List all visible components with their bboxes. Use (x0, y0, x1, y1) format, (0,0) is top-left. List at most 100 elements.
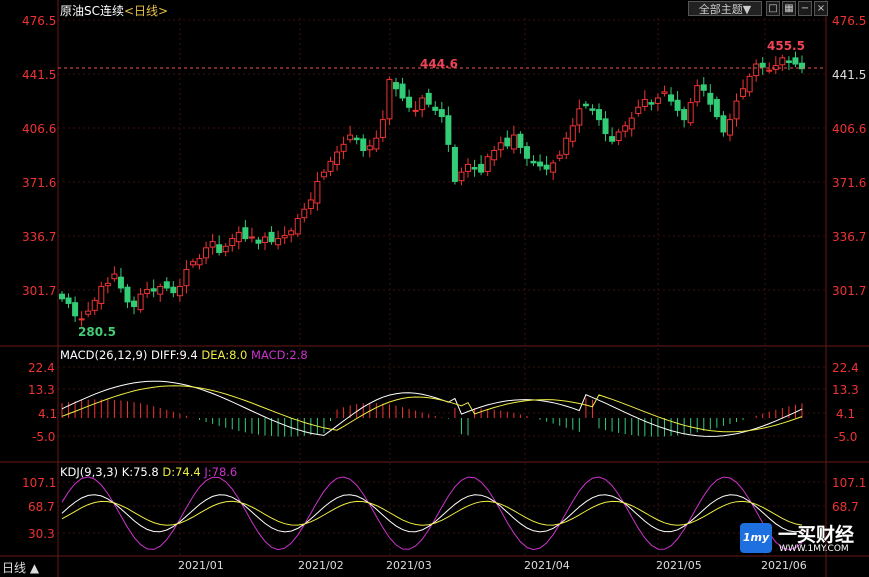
candle (753, 63, 760, 77)
candle (589, 108, 596, 111)
candle (759, 62, 766, 68)
macd-axis-label: 4.1 (38, 407, 58, 421)
candle (792, 57, 799, 65)
x-axis-label: 2021/02 (298, 559, 344, 572)
candle (314, 180, 321, 204)
candle (622, 125, 629, 132)
kdj-name: KDJ(9,3,3) (60, 465, 119, 479)
candle (183, 268, 190, 287)
high-annotation: 455.5 (767, 39, 805, 53)
candles (59, 51, 805, 327)
candle (445, 115, 452, 145)
candle (733, 100, 740, 120)
macd-axis-label: 22.4 (28, 361, 55, 375)
candle (216, 244, 223, 253)
candle (137, 293, 144, 311)
kdj-j: J:78.6 (204, 465, 238, 479)
period-link[interactable]: <日线> (124, 4, 168, 18)
candle (425, 92, 432, 105)
price-axis-label: 336.7 (832, 230, 867, 244)
close-icon[interactable]: × (814, 1, 828, 16)
candle (517, 133, 524, 148)
candle (248, 236, 255, 239)
candle (360, 138, 367, 152)
candle (700, 84, 707, 91)
candle (340, 143, 347, 152)
kdj-axis-label: 107.1 (832, 476, 867, 490)
low-annotation: 280.5 (78, 325, 116, 339)
candle (334, 151, 341, 165)
candle (386, 78, 393, 120)
candle (491, 150, 498, 161)
candle (713, 99, 720, 118)
high-annotation: 444.6 (420, 57, 458, 71)
candle (59, 293, 65, 300)
minus-icon[interactable]: − (798, 1, 812, 16)
candle (726, 119, 733, 136)
candle (569, 125, 576, 142)
candle (203, 247, 210, 259)
k-line (61, 494, 803, 533)
grid-icon[interactable]: ▦ (782, 1, 796, 16)
candle (432, 106, 439, 111)
candle (654, 97, 661, 104)
theme-select[interactable]: 全部主题▼ (688, 1, 762, 16)
kdj-pane (61, 476, 803, 551)
header-bar: 原油SC连续<日线> (60, 2, 168, 19)
candle (419, 97, 426, 111)
kdj-axis-label: 107.1 (22, 476, 57, 490)
price-axis-label: 406.6 (22, 122, 57, 136)
candle (222, 245, 229, 253)
macd-legend: MACD(26,12,9) DIFF:9.4 DEA:8.0 MACD:2.8 (60, 348, 308, 362)
kdj-d: D:74.4 (162, 465, 201, 479)
candle (772, 65, 779, 70)
candle (157, 285, 164, 295)
candle (281, 234, 288, 239)
candle (65, 297, 72, 304)
x-axis-label: 2021/05 (656, 559, 702, 572)
kdj-k: K:75.8 (121, 465, 159, 479)
macd-diff: DIFF:9.4 (151, 348, 198, 362)
macd-axis-label: -5.0 (834, 430, 858, 444)
candle (615, 131, 622, 141)
candle (288, 230, 295, 236)
candle (451, 146, 458, 182)
candle (262, 236, 269, 243)
logo-name: 一买财经 (778, 524, 855, 546)
candle (189, 261, 196, 266)
candle (635, 106, 642, 114)
current-price-label: 441.5 (832, 68, 867, 82)
candle (91, 299, 98, 311)
candle (209, 241, 216, 248)
candle (550, 162, 557, 173)
price-axis-label: 371.6 (22, 176, 57, 190)
candle (235, 231, 242, 243)
square-icon[interactable]: □ (766, 1, 780, 16)
candle (327, 160, 334, 172)
candle (648, 102, 655, 105)
price-axis-label: 336.7 (22, 230, 57, 244)
candle (163, 281, 170, 289)
candle (170, 286, 177, 294)
candle (275, 238, 282, 246)
candle (117, 276, 124, 289)
candle (661, 91, 668, 94)
candle (268, 231, 275, 243)
candle (504, 137, 511, 147)
candle (641, 99, 648, 107)
candle (779, 57, 786, 66)
candle (144, 289, 151, 294)
x-axis-label: 2021/01 (178, 559, 224, 572)
period-selector[interactable]: 日线 ▲ (0, 559, 54, 577)
instrument-title: 原油SC连续 (60, 4, 124, 18)
candle (85, 310, 92, 315)
kdj-legend: KDJ(9,3,3) K:75.8 D:74.4 J:78.6 (60, 465, 237, 479)
candle (392, 82, 399, 90)
price-axis-label: 371.6 (832, 176, 867, 190)
macd-name: MACD(26,12,9) (60, 348, 148, 362)
candle (124, 286, 131, 303)
candle (301, 208, 308, 219)
candle (131, 300, 138, 308)
candle (471, 167, 478, 170)
candle (576, 108, 583, 126)
